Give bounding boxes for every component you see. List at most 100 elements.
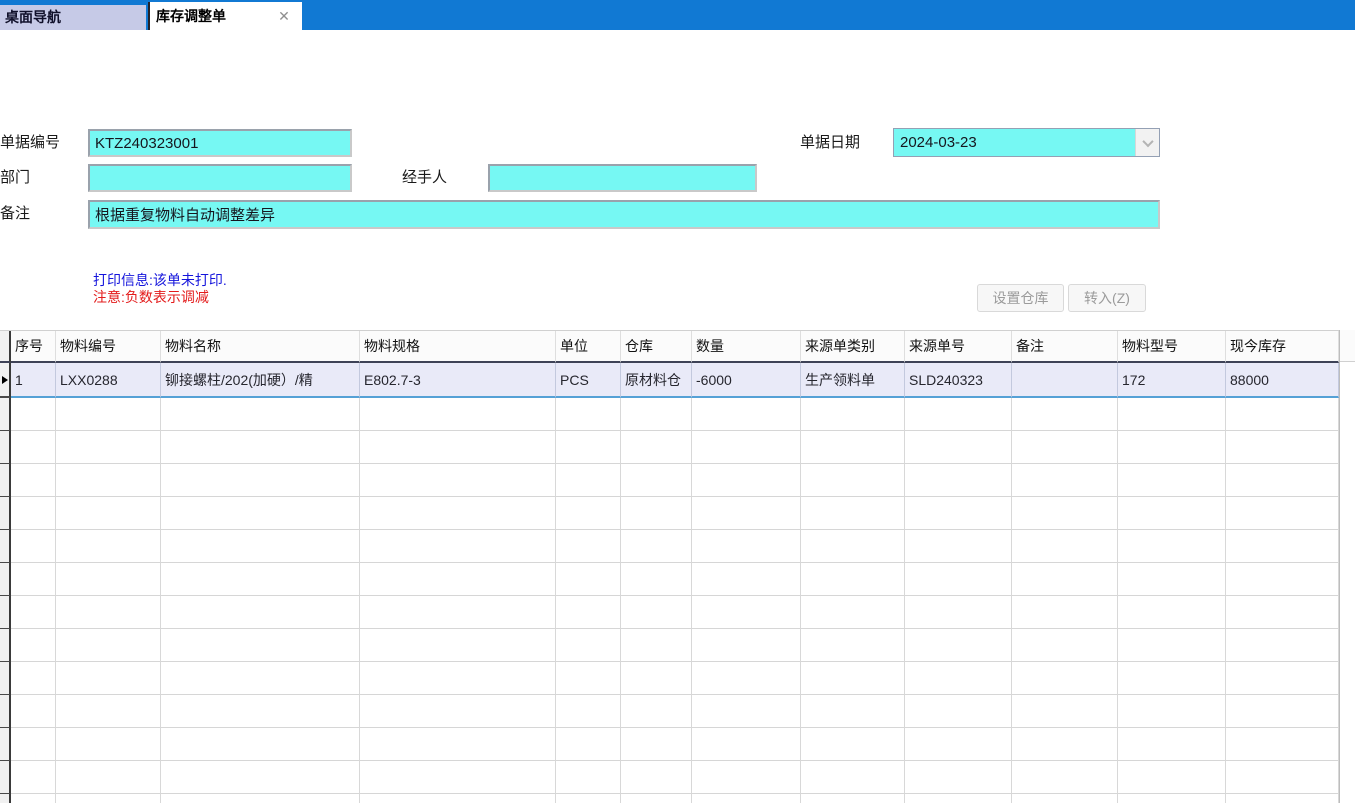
empty-cell[interactable] [360,530,556,563]
empty-cell[interactable] [801,662,905,695]
empty-cell[interactable] [1226,761,1339,794]
empty-cell[interactable] [1118,728,1226,761]
empty-cell[interactable] [11,761,56,794]
empty-cell[interactable] [1226,794,1339,803]
remark-field[interactable] [88,200,1160,229]
empty-cell[interactable] [360,695,556,728]
empty-cell[interactable] [801,530,905,563]
empty-cell[interactable] [1226,728,1339,761]
row-selector[interactable] [0,497,11,530]
empty-cell[interactable] [621,497,692,530]
empty-cell[interactable] [1118,497,1226,530]
empty-cell[interactable] [801,728,905,761]
empty-cell[interactable] [905,629,1012,662]
empty-cell[interactable] [11,794,56,803]
empty-cell[interactable] [905,728,1012,761]
empty-cell[interactable] [360,497,556,530]
empty-cell[interactable] [1012,398,1118,431]
empty-cell[interactable] [621,695,692,728]
empty-cell[interactable] [905,530,1012,563]
col-header-material-model[interactable]: 物料型号 [1118,331,1226,363]
empty-cell[interactable] [556,794,621,803]
empty-cell[interactable] [1226,596,1339,629]
empty-cell[interactable] [360,761,556,794]
empty-cell[interactable] [905,431,1012,464]
empty-cell[interactable] [692,794,801,803]
empty-cell[interactable] [161,497,360,530]
empty-cell[interactable] [692,530,801,563]
row-selector[interactable] [0,530,11,563]
empty-cell[interactable] [621,761,692,794]
empty-cell[interactable] [801,695,905,728]
empty-cell[interactable] [1118,662,1226,695]
empty-cell[interactable] [161,563,360,596]
empty-cell[interactable] [56,596,161,629]
empty-cell[interactable] [556,398,621,431]
table-row-empty[interactable] [0,431,1339,464]
row-selector[interactable] [0,464,11,497]
empty-cell[interactable] [11,629,56,662]
empty-cell[interactable] [905,398,1012,431]
cell-unit[interactable]: PCS [556,363,621,398]
empty-cell[interactable] [161,728,360,761]
row-selector[interactable] [0,794,11,803]
col-header-quantity[interactable]: 数量 [692,331,801,363]
empty-cell[interactable] [905,761,1012,794]
empty-cell[interactable] [556,761,621,794]
empty-cell[interactable] [1012,695,1118,728]
empty-cell[interactable] [801,431,905,464]
empty-cell[interactable] [1012,662,1118,695]
empty-cell[interactable] [360,563,556,596]
cell-source-no[interactable]: SLD240323 [905,363,1012,398]
empty-cell[interactable] [56,563,161,596]
empty-cell[interactable] [692,596,801,629]
empty-cell[interactable] [801,596,905,629]
empty-cell[interactable] [905,662,1012,695]
empty-cell[interactable] [556,695,621,728]
col-header-seq[interactable]: 序号 [11,331,56,363]
empty-cell[interactable] [621,629,692,662]
row-selector[interactable] [0,563,11,596]
empty-cell[interactable] [692,398,801,431]
empty-cell[interactable] [56,530,161,563]
empty-cell[interactable] [11,728,56,761]
table-row[interactable]: 1 LXX0288 铆接螺柱/202(加硬）/精 E802.7-3 PCS 原材… [0,363,1339,398]
table-row-empty[interactable] [0,794,1339,803]
empty-cell[interactable] [556,530,621,563]
cell-current-stock[interactable]: 88000 [1226,363,1339,398]
empty-cell[interactable] [801,629,905,662]
empty-cell[interactable] [1226,629,1339,662]
set-warehouse-button[interactable]: 设置仓库 [977,284,1064,312]
empty-cell[interactable] [621,596,692,629]
empty-cell[interactable] [11,596,56,629]
empty-cell[interactable] [1118,695,1226,728]
empty-cell[interactable] [621,794,692,803]
empty-cell[interactable] [1226,662,1339,695]
empty-cell[interactable] [905,695,1012,728]
empty-cell[interactable] [56,431,161,464]
empty-cell[interactable] [161,431,360,464]
empty-cell[interactable] [161,695,360,728]
empty-cell[interactable] [56,398,161,431]
empty-cell[interactable] [801,464,905,497]
empty-cell[interactable] [556,728,621,761]
empty-cell[interactable] [692,563,801,596]
empty-cell[interactable] [801,761,905,794]
empty-cell[interactable] [621,563,692,596]
empty-cell[interactable] [621,431,692,464]
table-row-empty[interactable] [0,530,1339,563]
empty-cell[interactable] [360,398,556,431]
row-selector[interactable] [0,398,11,431]
empty-cell[interactable] [556,431,621,464]
cell-material-model[interactable]: 172 [1118,363,1226,398]
table-row-empty[interactable] [0,398,1339,431]
table-row-empty[interactable] [0,728,1339,761]
empty-cell[interactable] [161,596,360,629]
empty-cell[interactable] [692,464,801,497]
empty-cell[interactable] [1012,431,1118,464]
empty-cell[interactable] [556,629,621,662]
empty-cell[interactable] [360,464,556,497]
empty-cell[interactable] [360,629,556,662]
empty-cell[interactable] [1226,431,1339,464]
empty-cell[interactable] [360,662,556,695]
